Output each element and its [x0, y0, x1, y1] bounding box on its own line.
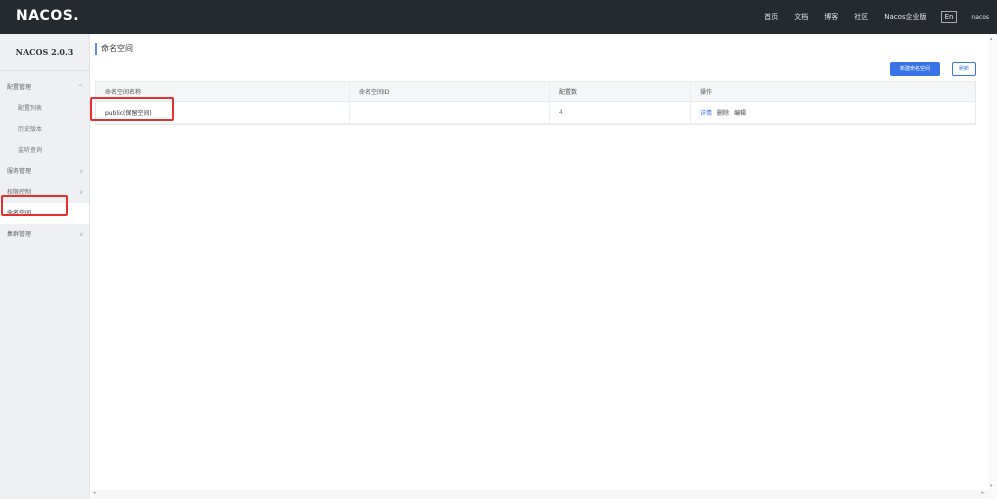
table-row: public(保留空间) 4 详情 删除 编辑 — [96, 102, 975, 124]
sidebar: NACOS 2.0.3 配置管理 ^ 配置列表 历史版本 监听查询 服务管理 v… — [0, 34, 90, 499]
highlight-box-public-namespace — [90, 97, 174, 121]
nav-enterprise[interactable]: Nacos企业版 — [884, 12, 926, 22]
header-operations: 操作 — [700, 89, 713, 96]
horizontal-scrollbar[interactable]: ◂ ▸ — [91, 490, 988, 499]
top-navbar: NACOS. 首页 文档 博客 社区 Nacos企业版 En nacos — [0, 0, 997, 34]
operations-cell: 详情 删除 编辑 — [691, 102, 975, 123]
details-link[interactable]: 详情 — [700, 108, 712, 117]
version-label: NACOS 2.0.3 — [0, 34, 89, 71]
chevron-up-icon: ^ — [77, 84, 83, 91]
header-id: 命名空间ID — [350, 82, 550, 101]
sidebar-group-label: 配置管理 — [7, 84, 32, 91]
chevron-down-icon: v — [79, 189, 83, 196]
sidebar-group-config[interactable]: 配置管理 ^ — [0, 77, 89, 98]
chevron-down-icon: v — [79, 168, 83, 175]
scroll-left-icon[interactable]: ◂ — [93, 490, 96, 496]
user-menu[interactable]: nacos — [971, 14, 989, 21]
nacos-logo[interactable]: NACOS. — [16, 8, 79, 24]
sidebar-group-label: 服务管理 — [7, 168, 32, 175]
vertical-scrollbar[interactable]: ▴ ▾ — [988, 34, 997, 499]
create-namespace-button[interactable]: 新建命名空间 — [890, 62, 940, 76]
edit-link[interactable]: 编辑 — [734, 108, 746, 117]
sidebar-item-config-list[interactable]: 配置列表 — [0, 98, 89, 119]
top-nav: 首页 文档 博客 社区 Nacos企业版 En nacos — [748, 0, 989, 34]
sidebar-item-listener-query[interactable]: 监听查询 — [0, 140, 89, 161]
nav-docs[interactable]: 文档 — [794, 12, 808, 22]
config-count-cell: 4 — [550, 102, 691, 123]
namespace-id-cell — [350, 102, 550, 123]
header-config-count: 配置数 — [550, 82, 691, 101]
sidebar-group-label: 集群管理 — [7, 231, 32, 238]
delete-link[interactable]: 删除 — [717, 108, 729, 117]
main-content: 命名空间 新建命名空间 刷新 命名空间名称 命名空间ID 配置数 操作 publ… — [91, 34, 997, 499]
refresh-button[interactable]: 刷新 — [952, 62, 976, 76]
chevron-down-icon: v — [79, 231, 83, 238]
table-header: 命名空间名称 命名空间ID 配置数 操作 — [96, 82, 975, 102]
scroll-right-icon[interactable]: ▸ — [981, 490, 984, 496]
sidebar-group-cluster[interactable]: 集群管理 v — [0, 224, 89, 245]
nav-home[interactable]: 首页 — [764, 12, 778, 22]
sidebar-item-history[interactable]: 历史版本 — [0, 119, 89, 140]
scroll-down-icon[interactable]: ▾ — [990, 483, 993, 489]
scroll-up-icon[interactable]: ▴ — [990, 36, 993, 42]
namespace-table: 命名空间名称 命名空间ID 配置数 操作 public(保留空间) 4 详情 删… — [95, 81, 976, 125]
nav-community[interactable]: 社区 — [854, 12, 868, 22]
sidebar-group-service[interactable]: 服务管理 v — [0, 161, 89, 182]
language-toggle-button[interactable]: En — [940, 11, 958, 23]
highlight-box-namespace — [1, 195, 68, 216]
page-title: 命名空间 — [95, 43, 133, 55]
nav-blog[interactable]: 博客 — [824, 12, 838, 22]
